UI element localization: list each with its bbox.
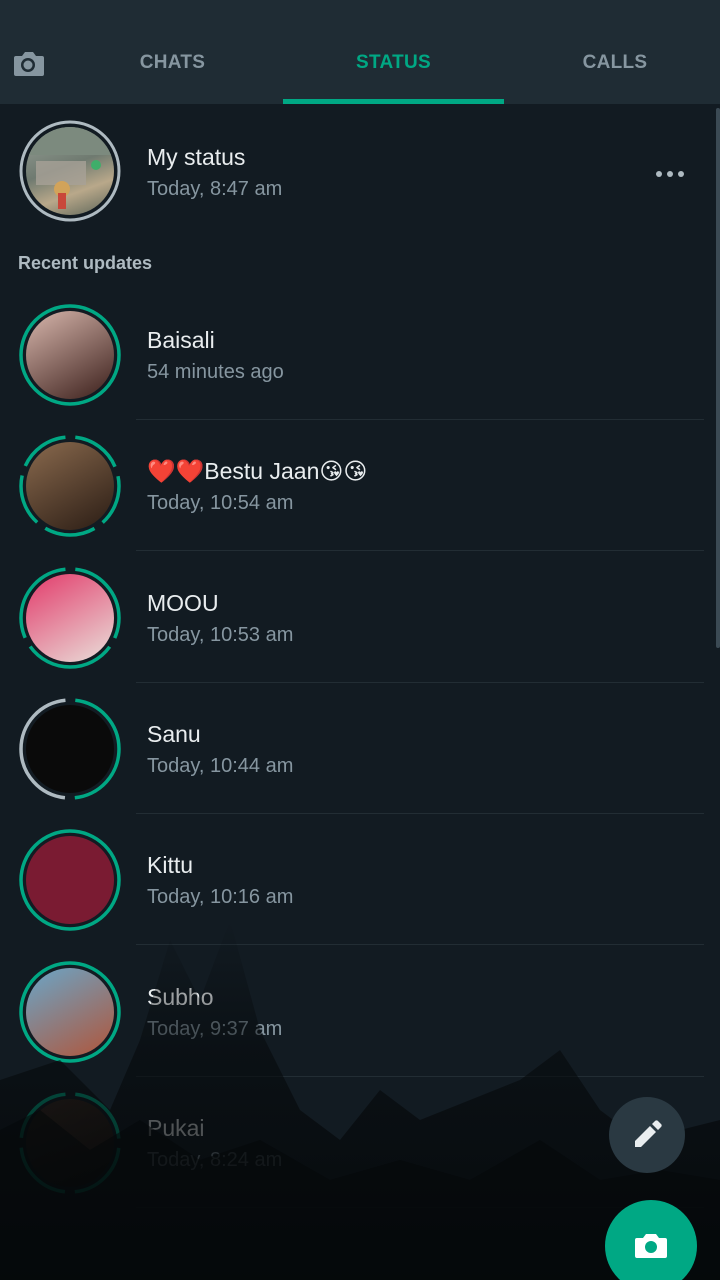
pencil-status-button[interactable] xyxy=(609,1097,685,1173)
status-timestamp: Today, 10:44 am xyxy=(147,755,294,777)
status-list-item[interactable]: Kittu Today, 10:16 am xyxy=(0,814,720,945)
status-avatar xyxy=(26,1099,114,1187)
more-horizontal-icon[interactable] xyxy=(648,164,692,184)
my-status-name: My status xyxy=(147,144,246,170)
pencil-icon xyxy=(635,1120,662,1147)
status-list-item[interactable]: ❤️❤️Bestu Jaan😘😘 Today, 10:54 am xyxy=(0,420,720,551)
camera-status-button[interactable] xyxy=(605,1200,697,1280)
active-tab-indicator xyxy=(283,99,504,104)
tab-chats[interactable]: CHATS xyxy=(70,52,275,78)
status-contact-name: Sanu xyxy=(147,721,201,747)
status-contact-name: Subho xyxy=(147,984,214,1010)
camera-icon xyxy=(635,1234,667,1258)
status-avatar xyxy=(26,836,114,924)
status-avatar xyxy=(26,311,114,399)
my-status-avatar xyxy=(26,127,114,215)
status-avatar xyxy=(26,442,114,530)
status-timestamp: Today, 9:37 am xyxy=(147,1018,283,1040)
status-timestamp: Today, 10:53 am xyxy=(147,624,294,646)
status-timestamp: 54 minutes ago xyxy=(147,361,284,383)
status-contact-name: MOOU xyxy=(147,590,219,616)
row-divider xyxy=(136,944,704,945)
status-list-item[interactable]: Baisali 54 minutes ago xyxy=(0,289,720,420)
camera-icon[interactable] xyxy=(8,44,48,84)
my-status-row[interactable]: My status Today, 8:47 am xyxy=(0,108,720,238)
tab-status[interactable]: STATUS xyxy=(283,52,504,78)
status-avatar xyxy=(26,705,114,793)
tab-calls[interactable]: CALLS xyxy=(504,52,720,78)
status-timestamp: Today, 8:24 am xyxy=(147,1149,283,1171)
status-contact-name: Kittu xyxy=(147,852,194,878)
status-contact-name: Pukai xyxy=(147,1115,205,1141)
status-list-item[interactable]: Sanu Today, 10:44 am xyxy=(0,683,720,814)
scrollbar[interactable] xyxy=(716,108,720,648)
status-contact-name: ❤️❤️Bestu Jaan😘😘 xyxy=(147,458,368,484)
status-avatar xyxy=(26,574,114,662)
row-divider xyxy=(136,550,704,551)
recent-updates-label: Recent updates xyxy=(18,253,153,273)
status-list-item[interactable]: Subho Today, 9:37 am xyxy=(0,946,720,1077)
status-timestamp: Today, 10:54 am xyxy=(147,492,294,514)
top-tab-bar: CHATS STATUS CALLS xyxy=(0,0,720,104)
status-contact-name: Baisali xyxy=(147,327,215,353)
my-status-time: Today, 8:47 am xyxy=(147,178,283,200)
status-avatar xyxy=(26,968,114,1056)
status-timestamp: Today, 10:16 am xyxy=(147,886,294,908)
status-list-item[interactable]: MOOU Today, 10:53 am xyxy=(0,552,720,683)
